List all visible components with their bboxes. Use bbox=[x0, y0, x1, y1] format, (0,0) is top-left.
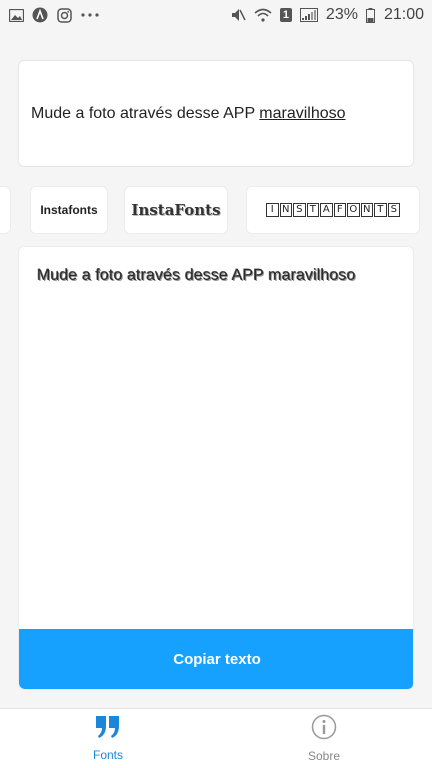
a-logo-icon bbox=[32, 7, 48, 23]
notification-area bbox=[8, 7, 100, 23]
boxed-letter: N bbox=[279, 203, 292, 217]
boxed-letter: T bbox=[306, 203, 319, 217]
boxed-letter: T bbox=[374, 203, 387, 217]
wifi-icon bbox=[254, 7, 272, 23]
font-chip-label: InstaFonts bbox=[131, 201, 221, 219]
nav-label-sobre: Sobre bbox=[307, 749, 341, 763]
nav-item-fonts[interactable]: Fonts bbox=[0, 709, 216, 768]
instagram-icon bbox=[56, 7, 72, 23]
status-bar: 1 23% 21:00 bbox=[0, 0, 432, 30]
boxed-letter: F bbox=[333, 203, 346, 217]
font-chip-instafonts[interactable]: Instafonts bbox=[30, 186, 108, 234]
nav-item-sobre[interactable]: Sobre bbox=[216, 709, 432, 768]
text-input[interactable]: Mude a foto através desse APP maravilhos… bbox=[31, 105, 346, 123]
battery-percent: 23% bbox=[325, 6, 358, 23]
copy-text-button[interactable]: Copiar texto bbox=[19, 629, 413, 689]
text-input-card[interactable]: Mude a foto através desse APP maravilhos… bbox=[18, 60, 414, 167]
info-icon bbox=[311, 714, 337, 745]
image-icon bbox=[8, 7, 24, 23]
font-chip-label: Instafonts bbox=[40, 203, 98, 217]
nav-label-fonts: Fonts bbox=[92, 748, 123, 762]
boxed-letter: A bbox=[320, 203, 333, 217]
font-chip[interactable] bbox=[0, 186, 11, 234]
input-text-plain: Mude a foto através desse APP bbox=[31, 104, 260, 122]
more-dots-icon bbox=[80, 7, 100, 23]
boxed-letter: S bbox=[387, 203, 400, 217]
quote-icon bbox=[95, 715, 121, 744]
boxed-letter: N bbox=[360, 203, 373, 217]
boxed-letter: S bbox=[293, 203, 306, 217]
bottom-navigation: Fonts Sobre bbox=[0, 708, 432, 768]
font-style-carousel[interactable]: Instafonts InstaFonts INSTAFONTS bbox=[0, 186, 432, 234]
boxed-letter: O bbox=[347, 203, 360, 217]
mute-icon bbox=[230, 7, 246, 23]
output-card: Mude a foto através desse APP maravilhos… bbox=[18, 246, 414, 690]
system-status-area: 1 23% 21:00 bbox=[230, 6, 424, 24]
battery-icon bbox=[366, 7, 376, 23]
boxed-letter: I bbox=[266, 203, 279, 217]
output-text: Mude a foto através desse APP maravilhos… bbox=[37, 267, 356, 284]
sim-1-icon: 1 bbox=[279, 8, 292, 22]
signal-icon bbox=[299, 7, 318, 23]
clock: 21:00 bbox=[383, 6, 424, 23]
font-chip-instafonts-boxed[interactable]: INSTAFONTS bbox=[246, 186, 420, 234]
boxed-letters: INSTAFONTS bbox=[266, 203, 400, 217]
font-chip-instafonts-serif[interactable]: InstaFonts bbox=[124, 186, 228, 234]
input-text-underlined: maravilhoso bbox=[259, 104, 346, 122]
